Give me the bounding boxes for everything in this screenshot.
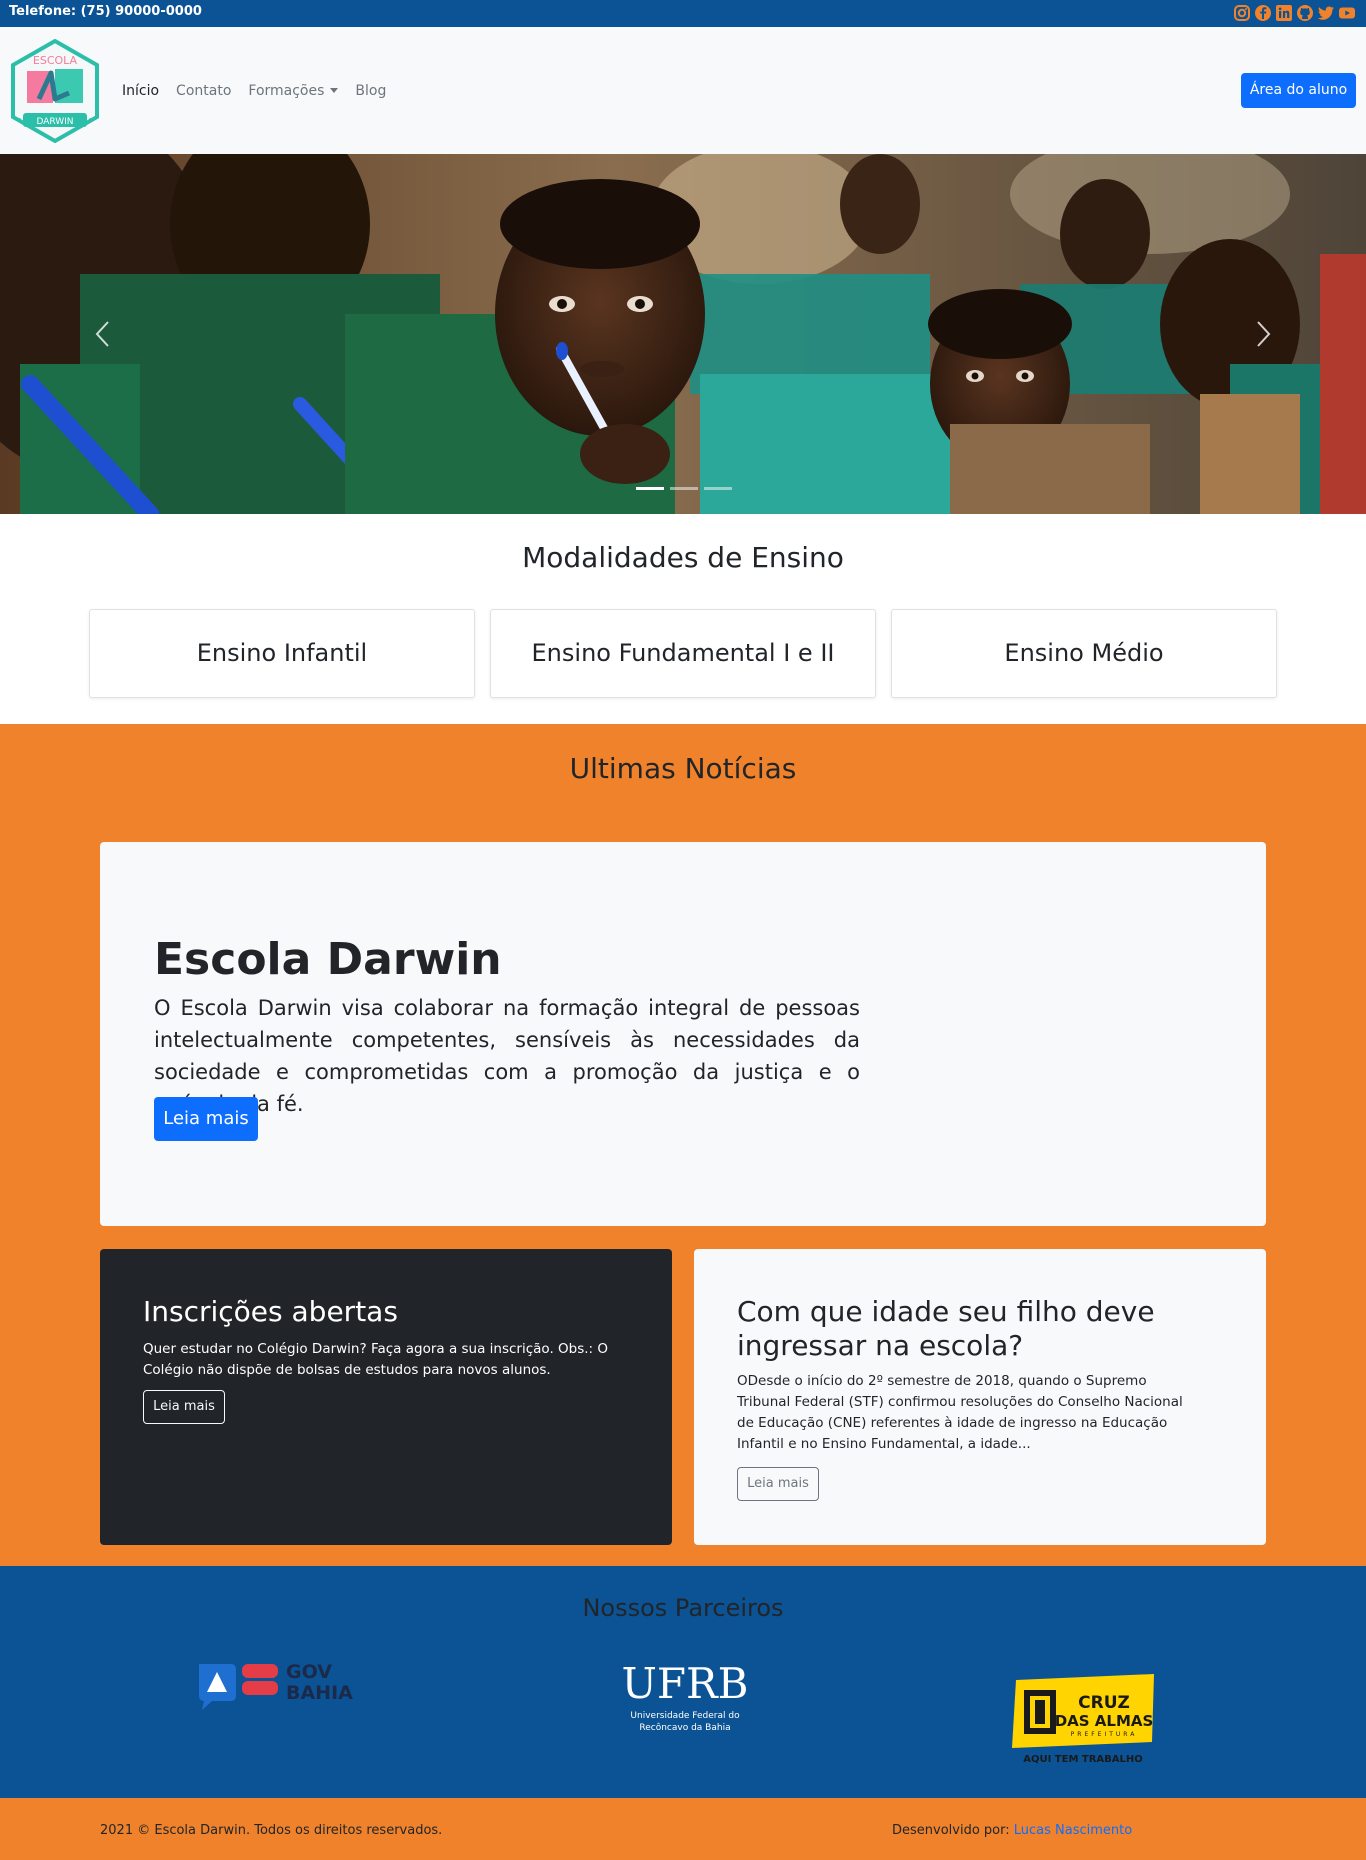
modalidades-section: Modalidades de Ensino Ensino Infantil En… [0,514,1366,724]
linkedin-icon[interactable] [1275,4,1293,22]
carousel-indicators [636,487,732,490]
github-icon[interactable] [1296,4,1314,22]
featured-news-text: O Escola Darwin visa colaborar na formaç… [154,996,860,1116]
carousel-prev-button[interactable] [93,319,113,349]
svg-text:UFRB: UFRB [621,1659,748,1708]
hero-carousel [0,154,1366,514]
carousel-indicator-1[interactable] [636,487,664,490]
svg-text:DAS ALMAS: DAS ALMAS [1055,1712,1154,1730]
nav-link-formacoes[interactable]: Formações [248,83,347,99]
footer-developer-label: Desenvolvido por: [892,1823,1010,1838]
partner-ufrb-logo[interactable]: UFRB Universidade Federal do Recôncavo d… [620,1658,750,1738]
hero-image [0,154,1366,514]
partner-cruz-das-almas-logo[interactable]: CRUZ DAS ALMAS PREFEITURA AQUI TEM TRABA… [1008,1672,1158,1772]
phone-number: Telefone: (75) 90000-0000 [9,4,202,19]
chevron-down-icon [330,88,339,93]
footer-developer-link[interactable]: Lucas Nascimento [1014,1823,1132,1838]
svg-text:GOV: GOV [286,1661,332,1683]
social-links [1233,4,1356,22]
footer: 2021 © Escola Darwin. Todos os direitos … [0,1798,1366,1860]
svg-text:AQUI TEM TRABALHO: AQUI TEM TRABALHO [1023,1754,1143,1765]
modalidades-title: Modalidades de Ensino [522,541,844,574]
carousel-next-button[interactable] [1253,319,1273,349]
parceiros-title: Nossos Parceiros [582,1594,784,1622]
noticias-section: Ultimas Notícias Escola Darwin O Escola … [0,724,1366,1566]
news-card-inscricoes-text: Quer estudar no Colégio Darwin? Faça ago… [143,1341,609,1378]
chevron-right-icon [1257,321,1271,347]
escola-darwin-logo[interactable]: ESCOLA DARWIN [9,38,101,144]
carousel-indicator-2[interactable] [670,487,698,490]
nav-link-inicio[interactable]: Início [122,83,168,99]
instagram-icon[interactable] [1233,4,1251,22]
modalidade-card-fundamental[interactable]: Ensino Fundamental I e II [490,609,876,698]
carousel-indicator-3[interactable] [704,487,732,490]
svg-text:PREFEITURA: PREFEITURA [1071,1731,1138,1738]
parceiros-section: Nossos Parceiros GOV BAHIA UFRB Universi… [0,1566,1366,1798]
top-bar: Telefone: (75) 90000-0000 [0,0,1366,27]
nav-link-contato[interactable]: Contato [176,83,240,99]
navbar: ESCOLA DARWIN Início Contato Formações B… [0,27,1366,154]
idade-leia-mais-button[interactable]: Leia mais [737,1467,819,1501]
svg-text:Recôncavo da Bahia: Recôncavo da Bahia [639,1722,730,1733]
svg-text:DARWIN: DARWIN [36,117,73,127]
twitter-icon[interactable] [1317,4,1335,22]
news-card-idade: Com que idade seu filho deve ingressar n… [694,1249,1266,1545]
news-card-inscricoes: Inscrições abertas Quer estudar no Colég… [100,1249,672,1545]
featured-news: Escola Darwin O Escola Darwin visa colab… [100,842,1266,1226]
area-do-aluno-button[interactable]: Área do aluno [1241,73,1356,108]
facebook-icon[interactable] [1254,4,1272,22]
news-card-idade-text: ODesde o início do 2º semestre de 2018, … [737,1373,1183,1452]
modalidade-card-medio[interactable]: Ensino Médio [891,609,1277,698]
nav-link-blog[interactable]: Blog [355,83,395,99]
footer-developer: Desenvolvido por: Lucas Nascimento [892,1823,1132,1838]
nav-links: Início Contato Formações Blog [122,83,403,99]
partner-gov-bahia-logo[interactable]: GOV BAHIA [196,1658,366,1714]
inscricoes-leia-mais-button[interactable]: Leia mais [143,1390,225,1424]
news-card-inscricoes-title: Inscrições abertas [143,1295,398,1328]
svg-text:ESCOLA: ESCOLA [33,54,78,67]
footer-copyright: 2021 © Escola Darwin. Todos os direitos … [100,1823,443,1838]
nav-link-formacoes-label: Formações [248,83,325,99]
svg-text:Universidade Federal do: Universidade Federal do [630,1711,740,1721]
news-card-idade-title: Com que idade seu filho deve ingressar n… [737,1295,1155,1362]
featured-leia-mais-button[interactable]: Leia mais [154,1097,258,1141]
svg-text:BAHIA: BAHIA [286,1682,353,1704]
svg-text:CRUZ: CRUZ [1078,1693,1130,1713]
modalidade-card-infantil[interactable]: Ensino Infantil [89,609,475,698]
youtube-icon[interactable] [1338,4,1356,22]
noticias-title: Ultimas Notícias [569,752,797,785]
chevron-left-icon [95,321,109,347]
featured-news-title: Escola Darwin [154,934,502,985]
